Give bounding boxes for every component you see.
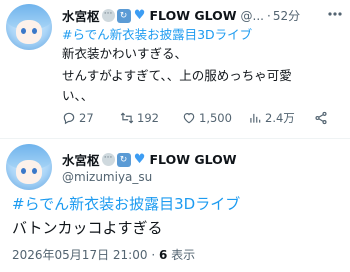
reply-button[interactable]: 27 bbox=[62, 111, 120, 125]
main-name-suffix: FLOW GLOW bbox=[149, 152, 237, 167]
reply-hashtag[interactable]: #らでん新衣装お披露目3Dライブ bbox=[62, 25, 252, 44]
reply-line-3: い、、 bbox=[62, 88, 94, 103]
retweet-icon bbox=[120, 112, 134, 124]
meta-dot: · bbox=[151, 248, 156, 262]
dots-emoji-icon: ··· bbox=[101, 9, 115, 22]
like-count: 1,500 bbox=[199, 111, 232, 125]
main-avatar[interactable] bbox=[6, 144, 52, 190]
reply-handle[interactable]: @... bbox=[241, 9, 264, 23]
cycle-emoji-icon: ↻ bbox=[116, 152, 131, 167]
heart-emoji-icon: ♥ bbox=[133, 7, 146, 23]
like-button[interactable]: 1,500 bbox=[182, 111, 248, 125]
view-count: 6 bbox=[158, 248, 168, 262]
main-meta: 2026年05月17日 21:00 · 6 表示 bbox=[12, 246, 195, 263]
share-icon bbox=[315, 111, 327, 125]
dots-emoji-icon: ··· bbox=[101, 153, 115, 166]
main-hashtag[interactable]: #らでん新衣装お披露目3Dライブ bbox=[12, 193, 240, 214]
share-button[interactable] bbox=[314, 111, 334, 125]
reply-count: 27 bbox=[79, 111, 94, 125]
views-icon bbox=[250, 113, 261, 123]
retweet-count: 192 bbox=[137, 111, 159, 125]
retweet-button[interactable]: 192 bbox=[120, 111, 182, 125]
divider bbox=[0, 138, 350, 139]
reply-time[interactable]: 52分 bbox=[273, 7, 300, 24]
reply-line-1: 新衣装かわいすぎる、 bbox=[62, 46, 188, 61]
view-label: 表示 bbox=[171, 248, 196, 262]
main-handle[interactable]: @mizumiya_su bbox=[62, 170, 152, 184]
views-count: 2.4万 bbox=[265, 111, 295, 125]
reply-icon bbox=[63, 112, 75, 125]
cycle-emoji-icon: ↻ bbox=[116, 8, 131, 23]
reply-dot: · bbox=[267, 8, 271, 23]
reply-header: 水宮枢 ··· ↻ ♥ FLOW GLOW @... · 52分 bbox=[62, 6, 300, 25]
reply-line-2: せんすがよすぎて、、上の服めっちゃ可愛 bbox=[62, 68, 292, 83]
reply-actions: 27 192 1,500 2.4万 bbox=[62, 109, 342, 127]
more-icon[interactable] bbox=[326, 6, 344, 22]
reply-display-name[interactable]: 水宮枢 bbox=[62, 6, 100, 25]
views-button[interactable]: 2.4万 bbox=[248, 110, 314, 126]
main-timestamp[interactable]: 2026年05月17日 21:00 bbox=[12, 248, 147, 262]
reply-avatar[interactable] bbox=[6, 4, 52, 50]
heart-icon bbox=[183, 113, 195, 124]
heart-emoji-icon: ♥ bbox=[133, 151, 146, 167]
reply-name-suffix: FLOW GLOW bbox=[149, 8, 237, 23]
main-text: バトンカッコよすぎる bbox=[12, 219, 163, 237]
main-display-name[interactable]: 水宮枢 bbox=[62, 150, 100, 169]
main-header: 水宮枢 ··· ↻ ♥ FLOW GLOW bbox=[62, 150, 237, 169]
